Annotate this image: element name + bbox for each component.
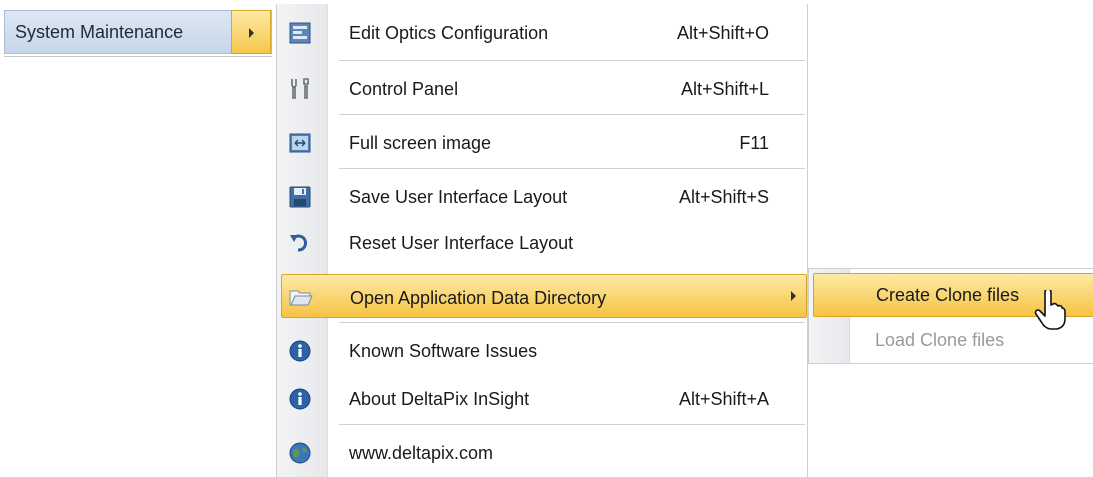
menu-item-label: Full screen image [349, 133, 492, 153]
menu-separator [339, 114, 805, 115]
menu-separator [339, 168, 805, 169]
menu-item-label: www.deltapix.com [349, 443, 494, 463]
menu-item-shortcut: Alt+Shift+A [678, 389, 769, 409]
mouse-pointer-icon [1034, 290, 1066, 330]
menu-item-control-panel[interactable]: Control Panel Alt+Shift+L [277, 66, 809, 112]
menu-item-reset-user-interface-layout[interactable]: Reset User Interface Layout [277, 220, 809, 266]
menu-item-full-screen-image[interactable]: Full screen image F11 [277, 120, 809, 166]
menu-item-label: Control Panel [349, 79, 459, 99]
menu-item-deltapix-website[interactable]: www.deltapix.com [277, 430, 809, 476]
info-icon [287, 386, 313, 412]
menu-separator [339, 60, 805, 61]
menu-item-save-user-interface-layout[interactable]: Save User Interface Layout Alt+Shift+S [277, 174, 809, 220]
menu-item-about-deltapix-insight[interactable]: About DeltaPix InSight Alt+Shift+A [277, 376, 809, 422]
undo-icon [287, 230, 313, 256]
menu-item-known-software-issues[interactable]: Known Software Issues [277, 328, 809, 374]
menu-item-shortcut: Alt+Shift+L [680, 79, 769, 99]
menu-item-label: Create Clone files [876, 285, 1020, 305]
menu-item-label: Edit Optics Configuration [349, 23, 549, 43]
menu-separator [339, 322, 805, 323]
menu-divider [4, 56, 272, 57]
optics-config-icon [287, 20, 313, 46]
menu-item-shortcut: F11 [739, 133, 769, 153]
menu-item-open-application-data-directory[interactable]: Open Application Data Directory [281, 274, 807, 318]
menu-item-system-maintenance[interactable]: System Maintenance [4, 10, 272, 54]
menu-item-label: Load Clone files [875, 330, 1005, 350]
system-maintenance-dropdown: Edit Optics Configuration Alt+Shift+O Co… [276, 4, 808, 477]
menu-item-label: System Maintenance [15, 22, 184, 42]
submenu-arrow-button[interactable] [231, 10, 271, 54]
menu-item-label: Open Application Data Directory [350, 288, 607, 308]
folder-open-icon [288, 285, 314, 311]
menu-item-label: Known Software Issues [349, 341, 538, 361]
menu-item-label: About DeltaPix InSight [349, 389, 530, 409]
menu-item-shortcut: Alt+Shift+S [678, 187, 769, 207]
menu-item-label: Save User Interface Layout [349, 187, 568, 207]
control-panel-icon [287, 76, 313, 102]
globe-icon [287, 440, 313, 466]
info-icon [287, 338, 313, 364]
menu-item-shortcut: Alt+Shift+O [676, 23, 769, 43]
save-icon [287, 184, 313, 210]
chevron-right-icon [249, 28, 254, 38]
fullscreen-icon [287, 130, 313, 156]
chevron-right-icon [791, 291, 796, 301]
menu-item-label: Reset User Interface Layout [349, 233, 574, 253]
menu-separator [339, 424, 805, 425]
menu-item-edit-optics-configuration[interactable]: Edit Optics Configuration Alt+Shift+O [277, 10, 809, 56]
